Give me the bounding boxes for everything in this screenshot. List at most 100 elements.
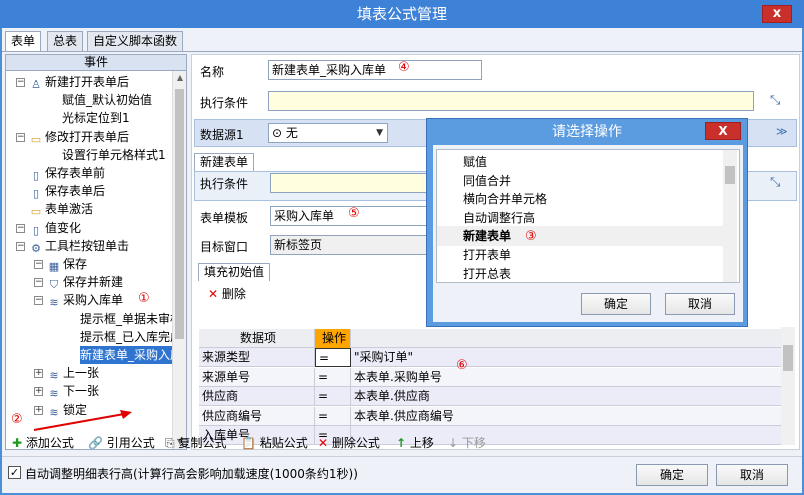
- scroll-up-arrow-icon[interactable]: ▲: [175, 73, 185, 83]
- subtab-new-form[interactable]: 新建表单: [194, 153, 255, 171]
- grid-cell[interactable]: =: [315, 348, 351, 367]
- tree-expander[interactable]: −: [34, 296, 43, 306]
- tree-node[interactable]: ▭ 修改打开表单后: [30, 128, 129, 146]
- dialog-ok-button[interactable]: 确定: [581, 293, 651, 315]
- grid-cell[interactable]: =: [315, 387, 351, 407]
- move-down-button[interactable]: ↓ 下移: [448, 434, 486, 452]
- target-window-label: 目标窗口: [200, 240, 249, 254]
- delete-formula-button[interactable]: ✕ 删除公式: [318, 434, 380, 452]
- dialog-cancel-button[interactable]: 取消: [665, 293, 735, 315]
- tree-node[interactable]: ▯ 值变化: [30, 219, 81, 237]
- grid-header-cell: [351, 329, 783, 348]
- tree-expander[interactable]: −: [34, 260, 43, 269]
- name-input[interactable]: 新建表单_采购入库单: [268, 60, 482, 80]
- tree-node-label: 保存表单前: [45, 166, 106, 180]
- dialog-close-button[interactable]: X: [705, 122, 741, 140]
- dialog-body: 赋值 同值合并横向合并单元格 自动调整行高 新建表单 ③ 打开表单 打开总表 确定 取消: [433, 145, 743, 322]
- tree-node[interactable]: 设置行单元格样式1: [62, 146, 166, 164]
- tree-node[interactable]: ▯ 保存表单后: [30, 182, 105, 200]
- tree-expander[interactable]: −: [34, 278, 43, 288]
- copy-formula-button[interactable]: ⎘ 复制公式: [165, 434, 226, 452]
- annotation-1: ①: [138, 291, 150, 307]
- tree-node[interactable]: ≋ 采购入库单: [48, 291, 123, 309]
- tree-node[interactable]: ▯ 保存表单前: [30, 164, 105, 182]
- tree-node[interactable]: 新建表单_采购入库: [80, 346, 180, 364]
- annotation-2: ②: [11, 412, 23, 427]
- tree-node[interactable]: 提示框_已入库完成: [80, 328, 182, 346]
- tree-node[interactable]: ♙ 新建打开表单后: [30, 73, 129, 91]
- tab-custom-script[interactable]: 自定义脚本函数: [87, 31, 184, 51]
- tree-expander[interactable]: +: [34, 369, 43, 379]
- copy-formula-label: 复制公式: [178, 436, 227, 450]
- tab-summary[interactable]: 总表: [47, 31, 84, 51]
- condition-edit-icon[interactable]: ⤡: [770, 93, 780, 108]
- grid-cell[interactable]: 本表单.采购单号: [351, 367, 783, 387]
- tree-node-label: 光标定位到1: [62, 111, 130, 126]
- tree-node-label: 新建打开表单后: [45, 75, 130, 89]
- tree-node[interactable]: ⛉ 保存并新建: [48, 273, 123, 291]
- operation-item[interactable]: 横向合并单元格: [463, 189, 547, 209]
- grid-cell[interactable]: 来源类型: [199, 348, 315, 367]
- sub-condition-input[interactable]: [270, 173, 430, 193]
- dialog-scroll-thumb[interactable]: [725, 166, 735, 184]
- grid-cell[interactable]: 本表单.供应商: [351, 387, 783, 407]
- close-button[interactable]: x: [762, 5, 792, 23]
- grid-cell[interactable]: 本表单.供应商编号: [351, 406, 783, 426]
- tree-node-label: 保存并新建: [63, 275, 124, 290]
- tree-node[interactable]: 赋值_默认初始值: [62, 91, 152, 109]
- tree-node[interactable]: ≋ 下一张: [48, 382, 99, 400]
- operation-item[interactable]: 赋值: [463, 152, 487, 172]
- grid-cell[interactable]: =: [315, 406, 351, 426]
- tree-node[interactable]: 光标定位到1: [62, 109, 130, 127]
- expand-icon[interactable]: ≫: [776, 125, 788, 138]
- operation-item[interactable]: 同值合并: [463, 171, 511, 191]
- tree-scrollbar[interactable]: ▲ ▼: [172, 71, 186, 449]
- tab-form[interactable]: 表单: [5, 31, 42, 52]
- tree-expander[interactable]: −: [16, 223, 25, 233]
- datasource-select[interactable]: ⊙ 无 ▼: [268, 123, 388, 143]
- grid-cell[interactable]: "采购订单": [351, 348, 783, 367]
- add-formula-button[interactable]: ✚ 添加公式: [12, 434, 74, 452]
- tree-expander[interactable]: −: [16, 78, 25, 87]
- auto-height-checkbox[interactable]: ✓: [8, 466, 21, 479]
- operation-item[interactable]: 新建表单 ③: [437, 226, 723, 247]
- operation-item-label: 横向合并单元格: [463, 192, 548, 207]
- operation-item[interactable]: 打开总表: [463, 264, 511, 282]
- layers-icon: ≋: [49, 369, 59, 383]
- tree-expander[interactable]: −: [16, 132, 25, 142]
- ref-formula-button[interactable]: 🔗 引用公式: [88, 434, 155, 452]
- grid-scrollbar[interactable]: [781, 327, 795, 445]
- operation-item[interactable]: 自动调整行高: [463, 208, 535, 228]
- tree-node-label: 下一张: [63, 384, 100, 399]
- event-tree-panel: 事件 − ♙ 新建打开表单后 赋值_默认初始值 光标定位到1− ▭ 修改打开表单后 设置行单元…: [5, 54, 187, 450]
- sub-condition-edit-icon[interactable]: ⤡: [770, 175, 780, 190]
- tree-node[interactable]: ≋ 上一张: [48, 364, 99, 382]
- scroll-thumb[interactable]: [175, 89, 184, 339]
- paste-formula-button[interactable]: 📋 粘贴公式: [241, 434, 308, 452]
- paste-icon: 📋: [241, 436, 256, 450]
- datasource-label: 数据源1: [200, 128, 244, 142]
- grid-cell[interactable]: 来源单号: [199, 367, 315, 387]
- tree-node[interactable]: ▦ 保存: [48, 255, 87, 273]
- condition-input[interactable]: [268, 91, 754, 111]
- tree-node-label: 表单激活: [45, 202, 94, 217]
- tree-node[interactable]: ⚙ 工具栏按钮单击: [30, 237, 129, 255]
- operation-item[interactable]: 打开表单: [463, 245, 511, 265]
- grid-scroll-thumb[interactable]: [783, 345, 793, 371]
- delete-row-button[interactable]: ✕ 删除: [208, 285, 246, 302]
- grid-cell[interactable]: 供应商: [199, 387, 315, 407]
- grid-cell[interactable]: =: [315, 367, 351, 387]
- ok-button[interactable]: 确定: [636, 464, 708, 486]
- tree-expander[interactable]: −: [16, 241, 25, 251]
- tree-node[interactable]: 提示框_单据未审核: [80, 310, 182, 328]
- delete-icon: ✕: [318, 436, 329, 450]
- move-up-button[interactable]: ↑ 上移: [396, 434, 434, 452]
- tree-node[interactable]: ▭ 表单激活: [30, 200, 93, 218]
- dialog-list-scrollbar[interactable]: [723, 150, 737, 282]
- target-window-select[interactable]: 新标签页: [270, 235, 430, 255]
- cancel-button[interactable]: 取消: [716, 464, 788, 486]
- tree-expander[interactable]: +: [34, 387, 43, 397]
- operation-item-label: 同值合并: [463, 173, 512, 188]
- tab-fill-initial[interactable]: 填充初始值: [198, 263, 271, 281]
- grid-cell[interactable]: 供应商编号: [199, 406, 315, 426]
